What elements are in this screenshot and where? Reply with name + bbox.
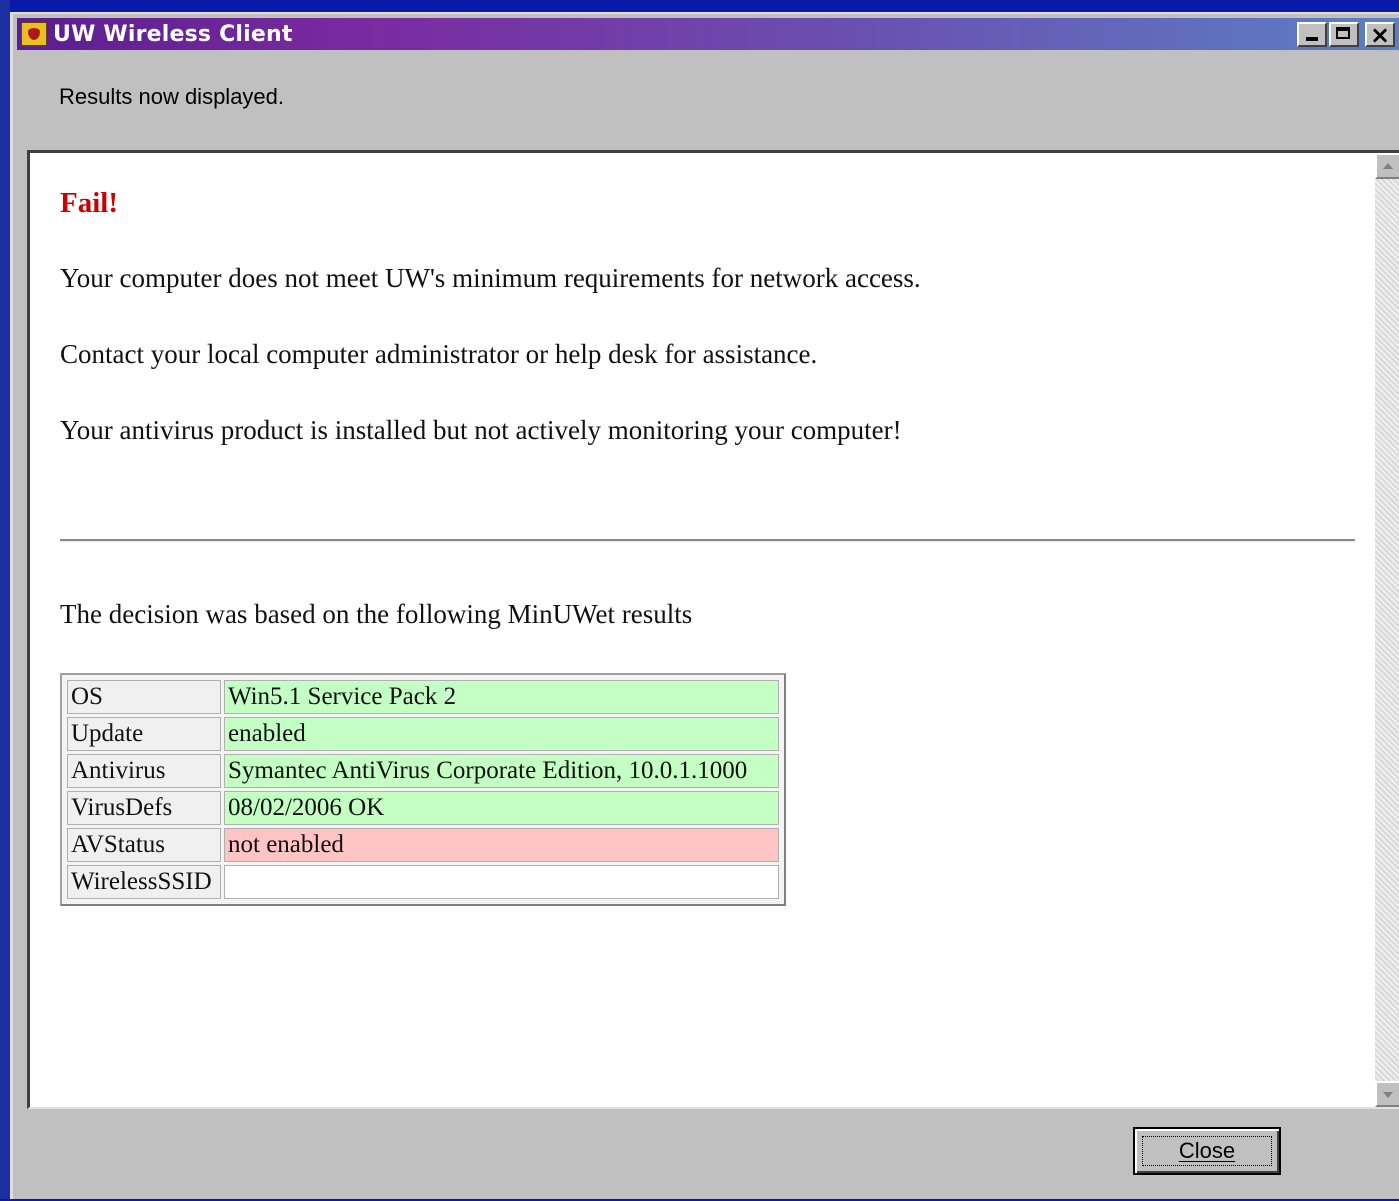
minimize-button[interactable] [1297, 22, 1327, 47]
title-bar[interactable]: UW Wireless Client × [17, 18, 1399, 50]
requirements-message: Your computer does not meet UW's minimum… [60, 263, 921, 293]
divider [60, 539, 1355, 542]
status-text: Results now displayed. [59, 84, 285, 109]
result-value: not enabled [224, 828, 779, 862]
scroll-down-button[interactable] [1375, 1081, 1399, 1107]
result-label: WirelessSSID [67, 865, 221, 899]
result-value: Symantec AntiVirus Corporate Edition, 10… [224, 754, 779, 788]
contact-message: Contact your local computer administrato… [60, 339, 818, 369]
arrow-up-icon [1383, 163, 1393, 169]
result-value: Win5.1 Service Pack 2 [224, 680, 779, 714]
result-label: Antivirus [67, 754, 221, 788]
result-value [224, 865, 779, 899]
table-row: OS Win5.1 Service Pack 2 [67, 680, 779, 714]
table-row: WirelessSSID [67, 865, 779, 899]
vertical-scrollbar[interactable] [1375, 153, 1399, 1107]
arrow-down-icon [1383, 1092, 1393, 1098]
table-row: Update enabled [67, 717, 779, 751]
maximize-button[interactable] [1329, 22, 1359, 47]
status-area: Results now displayed. [17, 50, 1399, 150]
close-icon: × [1369, 21, 1391, 49]
button-bar: Close [17, 1109, 1399, 1201]
result-label: AVStatus [67, 828, 221, 862]
uw-wireless-client-window: UW Wireless Client × Results now display… [10, 12, 1399, 1199]
close-window-button[interactable]: × [1365, 21, 1395, 49]
close-button-label: Close [1178, 1138, 1236, 1163]
scroll-up-button[interactable] [1375, 153, 1399, 179]
table-row: VirusDefs 08/02/2006 OK [67, 791, 779, 825]
antivirus-message: Your antivirus product is installed but … [60, 415, 902, 445]
decision-text: The decision was based on the following … [60, 599, 693, 629]
window-controls: × [1297, 21, 1395, 49]
table-row: Antivirus Symantec AntiVirus Corporate Ed… [67, 754, 779, 788]
close-button[interactable]: Close [1133, 1127, 1281, 1175]
table-row: AVStatus not enabled [67, 828, 779, 862]
result-value: enabled [224, 717, 779, 751]
window-title: UW Wireless Client [53, 21, 293, 47]
result-label: OS [67, 680, 221, 714]
result-label: VirusDefs [67, 791, 221, 825]
results-table: OS Win5.1 Service Pack 2 Update enabled Anti… [60, 673, 786, 906]
result-value: 08/02/2006 OK [224, 791, 779, 825]
desktop-background [0, 0, 10, 1199]
result-label: Update [67, 717, 221, 751]
results-panel: Fail! Your computer does not meet UW's m… [27, 150, 1399, 1109]
fail-heading: Fail! [60, 187, 118, 219]
shield-icon [21, 22, 47, 46]
